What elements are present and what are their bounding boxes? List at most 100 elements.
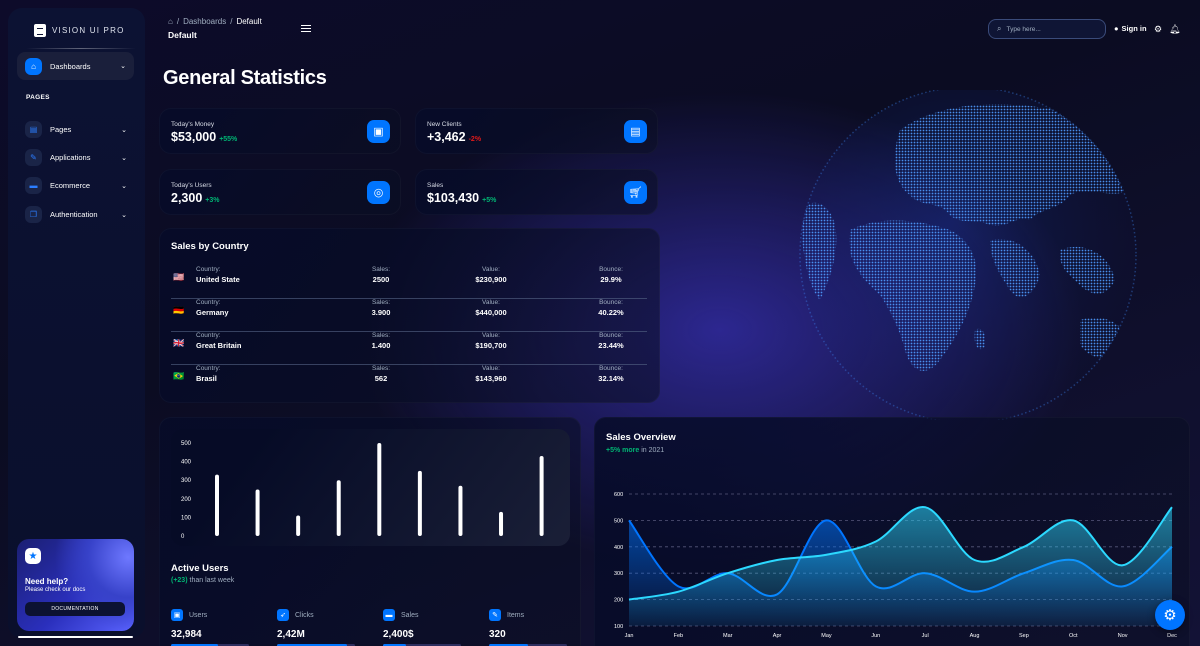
- y-tick-label: 500: [614, 518, 623, 524]
- cell-value: Value: $230,900: [475, 266, 507, 284]
- sales-by-country-card: Sales by Country 🇺🇸 Country: United State S…: [159, 228, 660, 403]
- bar[interactable]: [458, 485, 463, 536]
- card-subtitle: +5% more in 2021: [606, 447, 665, 454]
- stat-card-users: Today's Users 2,300 +3% ◎: [159, 169, 401, 215]
- x-tick-label: Mar: [723, 633, 733, 639]
- bar[interactable]: [499, 511, 504, 536]
- sidebar-item-ecommerce[interactable]: ▬ Ecommerce ⌄: [25, 177, 135, 194]
- stat-label: Sales: [427, 182, 444, 189]
- settings-fab-button[interactable]: ⚙: [1155, 600, 1185, 630]
- stat-label: Users: [189, 611, 208, 619]
- active-users-stat: ▣ Users 32,984: [171, 609, 251, 646]
- documentation-button[interactable]: DOCUMENTATION: [25, 602, 125, 616]
- help-title: Need help?: [25, 577, 69, 586]
- divider: [18, 636, 133, 638]
- cell-sales: Sales: 3.900: [371, 299, 391, 317]
- sidebar-item-label: Authentication: [50, 210, 98, 219]
- bar[interactable]: [255, 489, 260, 537]
- stat-card-sales: Sales $103,430 +5% 🛒︎: [415, 169, 658, 215]
- bar[interactable]: [296, 515, 301, 536]
- menu-icon[interactable]: [301, 25, 311, 32]
- stat-value: 2,300 +3%: [171, 191, 220, 205]
- series-area: [629, 506, 1172, 626]
- breadcrumb: ⌂ / Dashboards / Default: [168, 17, 262, 26]
- bar[interactable]: [377, 443, 382, 536]
- sales-overview-card: Sales Overview +5% more in 2021 100 200 30…: [594, 417, 1190, 646]
- table-row: 🇩🇪 Country: Germany Sales: 3.900 Value: $440,0…: [171, 299, 647, 332]
- globe-illustration: [799, 90, 1137, 420]
- y-tick-label: 200: [614, 598, 623, 604]
- star-icon: ★: [25, 548, 41, 564]
- sidebar-item-pages[interactable]: ▤ Pages ⌄: [25, 121, 135, 138]
- active-users-stat: ✎ Items 320: [489, 609, 569, 646]
- x-tick-label: Sep: [1019, 633, 1029, 639]
- x-tick-label: Dec: [1167, 633, 1177, 639]
- search-icon: ⌕: [997, 24, 1002, 33]
- copy-icon: ❐: [25, 206, 42, 223]
- y-tick-label: 600: [614, 492, 623, 498]
- brand[interactable]: VISION UI PRO: [34, 24, 125, 37]
- x-tick-label: Jul: [922, 633, 929, 639]
- search-box[interactable]: ⌕: [988, 19, 1106, 39]
- stat-change: +55%: [219, 136, 238, 143]
- active-users-card: 0 100 200 300 400 500 Active Users (+23) than…: [159, 417, 581, 646]
- y-tick-label: 400: [614, 545, 623, 551]
- breadcrumb-title: Default: [168, 30, 197, 40]
- section-label: PAGES: [26, 94, 50, 101]
- table-row: 🇬🇧 Country: Great Britain Sales: 1.400 Value:…: [171, 332, 647, 365]
- sidebar-item-authentication[interactable]: ❐ Authentication ⌄: [25, 206, 135, 223]
- breadcrumb-root[interactable]: Dashboards: [183, 17, 226, 26]
- sign-in-button[interactable]: ● Sign in: [1114, 24, 1147, 33]
- table-row: 🇧🇷 Country: Brasil Sales: 562 Value: $143,960 B…: [171, 365, 647, 398]
- gear-icon[interactable]: ⚙: [1154, 24, 1162, 35]
- document-icon: ▤: [624, 120, 647, 143]
- sidebar-item-dashboards[interactable]: ⌂ Dashboards ⌄: [17, 52, 134, 80]
- stat-value: +3,462 -2%: [427, 130, 482, 144]
- bell-icon[interactable]: 🔔︎: [1169, 24, 1180, 35]
- cell-sales: Sales: 2500: [371, 266, 391, 284]
- globe-icon: ◎: [367, 181, 390, 204]
- chevron-down-icon: ⌄: [121, 211, 127, 219]
- cell-country: Country: United State: [196, 266, 240, 284]
- stat-value: 32,984: [171, 629, 202, 640]
- y-tick-label: 200: [181, 497, 192, 503]
- cell-country: Country: Great Britain: [196, 332, 242, 350]
- active-users-bar-chart: 0 100 200 300 400 500: [181, 441, 544, 540]
- sidebar-item-label: Dashboards: [50, 61, 91, 71]
- card-title: Active Users: [171, 563, 229, 574]
- stat-value: 2,42M: [277, 629, 305, 640]
- stat-label: New Clients: [427, 121, 462, 128]
- sidebar-item-label: Ecommerce: [50, 181, 91, 190]
- sidebar-item-applications[interactable]: ✎ Applications ⌄: [25, 149, 135, 166]
- x-tick-label: Feb: [674, 633, 683, 639]
- stat-value: $53,000 +55%: [171, 130, 238, 144]
- cell-value: Value: $440,000: [475, 299, 507, 317]
- chevron-down-icon: ⌄: [121, 154, 127, 162]
- table-row: 🇺🇸 Country: United State Sales: 2500 Value: $2…: [171, 266, 647, 299]
- stat-card-money: Today's Money $53,000 +55% ▣: [159, 108, 401, 154]
- bar[interactable]: [215, 474, 219, 536]
- flag-icon: 🇬🇧: [173, 338, 185, 348]
- flag-icon: 🇺🇸: [173, 272, 185, 282]
- flag-icon: 🇧🇷: [173, 371, 185, 381]
- document-icon: ▤: [25, 121, 42, 138]
- cell-value: Value: $190,700: [475, 332, 507, 350]
- bar[interactable]: [417, 470, 422, 536]
- y-tick-label: 300: [181, 478, 192, 484]
- stat-change: -2%: [468, 136, 482, 143]
- stat-value: 2,400$: [383, 629, 414, 640]
- stat-change: +3%: [205, 197, 220, 204]
- search-input[interactable]: [1006, 25, 1087, 33]
- bar[interactable]: [539, 456, 544, 536]
- y-tick-label: 300: [614, 571, 623, 577]
- cart-icon: ▬: [383, 609, 395, 621]
- sign-in-label: Sign in: [1121, 24, 1147, 33]
- wrench-icon: ✎: [489, 609, 501, 621]
- brand-name: VISION UI PRO: [52, 26, 125, 35]
- bar[interactable]: [336, 480, 341, 536]
- stat-card-clients: New Clients +3,462 -2% ▤: [415, 108, 658, 154]
- x-tick-label: Nov: [1118, 633, 1128, 639]
- home-icon[interactable]: ⌂: [168, 17, 173, 26]
- wallet-icon: ▣: [171, 609, 183, 621]
- y-tick-label: 500: [181, 441, 192, 447]
